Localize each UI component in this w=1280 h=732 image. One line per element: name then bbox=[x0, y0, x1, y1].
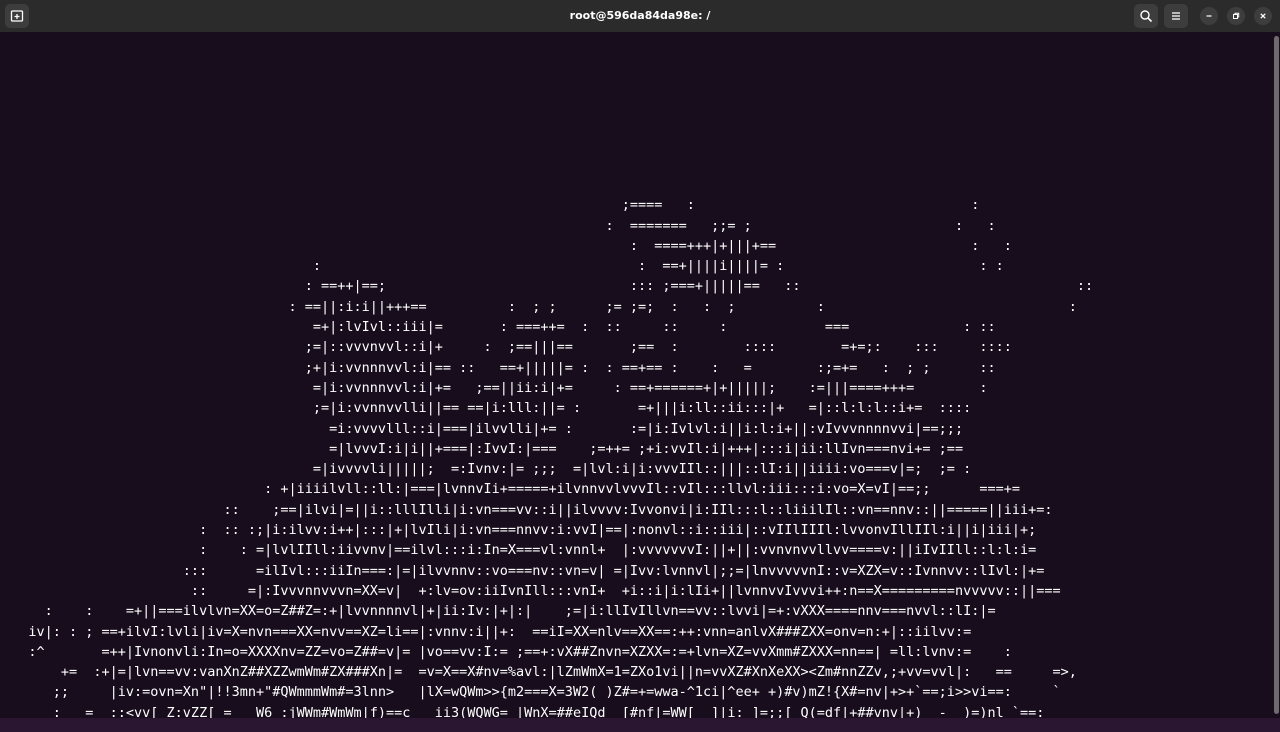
close-button[interactable] bbox=[1254, 7, 1272, 25]
title-bar: root@596da84da98e: / bbox=[0, 0, 1280, 32]
terminal-line: : ====+++|+|||+== : : bbox=[4, 237, 1012, 254]
terminal-line: : +|iiiilvll::ll:|===|lvnnvIi+=====+ilvn… bbox=[4, 481, 1020, 498]
search-icon bbox=[1139, 9, 1153, 23]
terminal-line: += :+|=|lvn==vv:vanXnZ##XZZwmWm#ZX###Xn|… bbox=[4, 664, 1077, 681]
terminal-line: ::: =ilIvl:::iiIn===:|=|ilvvnnv::vo===nv… bbox=[4, 562, 1045, 579]
terminal-text: ;==== : : : ======= ;;= ; : :: ====+++|… bbox=[4, 175, 1093, 718]
terminal-line: =i:vvvvlll::i|===|ilvvlli|+= : :=|i:Ivlv… bbox=[4, 420, 964, 437]
scrollbar-thumb[interactable] bbox=[1274, 36, 1279, 714]
window-title: root@596da84da98e: / bbox=[569, 9, 711, 22]
terminal-line: :^ =++|Ivnonvli:In=o=XXXXnv=ZZ=vo=Z##=v|… bbox=[4, 643, 1012, 660]
new-tab-button[interactable] bbox=[5, 4, 29, 28]
hamburger-menu-icon bbox=[1169, 9, 1183, 23]
terminal-line: =+|:lvIvl::iii|= : ===++= : :: :: : === … bbox=[4, 319, 996, 336]
restore-icon bbox=[1231, 11, 1241, 21]
terminal-output-area[interactable]: ;==== : : : ======= ;;= ; : :: ====+++|… bbox=[0, 32, 1272, 718]
terminal-line: :: ;==|ilvi|=||i::lllIlli|i:vn===vv::i||… bbox=[4, 501, 1053, 518]
terminal-line: :: =|:Ivvvnnvvvn=XX=v| +:lv=ov:iiIvnIll:… bbox=[4, 582, 1061, 599]
terminal-line: : = ::<vv[ Z:vZZ[ = _W6 :jWWm#WmWm|f)==c… bbox=[4, 704, 1045, 718]
terminal-scrollbar[interactable] bbox=[1272, 32, 1280, 718]
terminal-line: : ==++|==; ::: ;===+|||||== :: :: bbox=[4, 278, 1094, 295]
terminal-line: ;; |iv:=ovn=Xn"|!!3mn+"#QWmmmWm#=3lnn> |… bbox=[4, 684, 1061, 701]
window-bottom-edge bbox=[0, 718, 1280, 732]
terminal-line: : : =|lvlIIll:iivvnv|==ilvl:::i:In=X===v… bbox=[4, 542, 1037, 559]
terminal-line: ;+|i:vvnnnvvl:i|== :: ==+|||||= : : ==+=… bbox=[4, 359, 996, 376]
search-button[interactable] bbox=[1134, 4, 1158, 28]
menu-button[interactable] bbox=[1164, 4, 1188, 28]
terminal-line: ;==== : : bbox=[4, 197, 980, 214]
terminal-line: : :: :;|i:ilvv:i++|:::|+|lvIli|i:vn===nn… bbox=[4, 522, 1037, 539]
terminal-line: : ======= ;;= ; : : bbox=[4, 217, 996, 234]
close-icon bbox=[1258, 11, 1268, 21]
terminal-line: ;=|::vvvnvvl::i|+ : ;==|||== ;== : :::: … bbox=[4, 339, 1012, 356]
terminal-line: =|i:vvnnnvvl:i|+= ;==||ii:i|+= : ==+====… bbox=[4, 379, 988, 396]
minimize-button[interactable] bbox=[1200, 7, 1218, 25]
terminal-line: ;=|i:vvnnvvlli||== ==|i:lll:||= : =+|||i… bbox=[4, 400, 972, 417]
terminal-line: : ==||:i:i||+++== : ; ; ;= ;=; : : ; : : bbox=[4, 298, 1077, 315]
minimize-icon bbox=[1204, 11, 1214, 21]
new-tab-icon bbox=[10, 9, 24, 23]
terminal-line: =|lvvvI:i|i||+===|:IvvI:|=== ;=++= ;+i:v… bbox=[4, 440, 964, 457]
terminal-line: : : =+||===ilvlvn=XX=o=Z##Z=:+|lvvnnnnvl… bbox=[4, 603, 996, 620]
terminal-line: =|ivvvvli|||||; =:Ivnv:|= ;;; =|lvl:i|i:… bbox=[4, 461, 972, 478]
terminal-line: iv|: : ; ==+ilvI:lvli|iv=X=nvn===XX=nvv=… bbox=[4, 623, 972, 640]
restore-button[interactable] bbox=[1227, 7, 1245, 25]
terminal-line: : : ==+||||i||||= : : : bbox=[4, 258, 1004, 275]
terminal-window: root@596da84da98e: / ;====::: =======… bbox=[0, 0, 1280, 732]
